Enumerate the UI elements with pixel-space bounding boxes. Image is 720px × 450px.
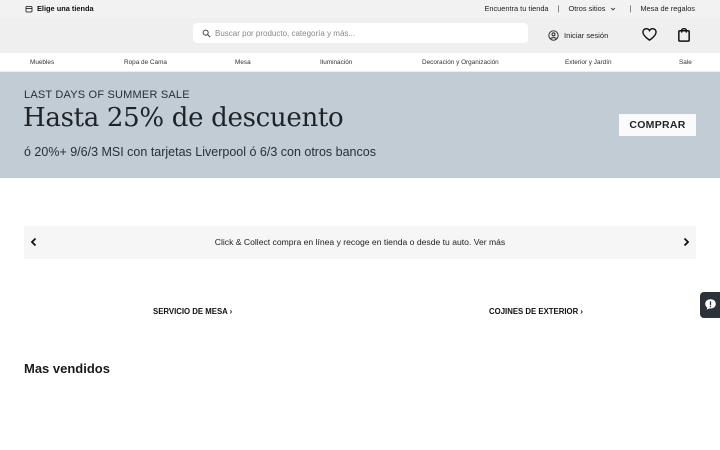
user-circle-icon — [548, 30, 559, 41]
heart-icon[interactable] — [642, 27, 657, 42]
login-button[interactable]: Iniciar sesión — [548, 30, 608, 41]
divider: | — [557, 4, 560, 13]
search-box[interactable] — [193, 23, 528, 43]
shop-now-button[interactable]: COMPRAR — [619, 114, 696, 136]
store-picker[interactable]: Elige una tienda — [25, 4, 94, 13]
store-icon — [25, 5, 33, 12]
nav-item-mesa[interactable]: Mesa — [235, 59, 251, 66]
utility-bar: Elige una tienda Encuentra tu tienda | O… — [0, 0, 720, 18]
chevron-down-icon — [611, 7, 616, 10]
nav-item-decoracion[interactable]: Decoración y Organización — [422, 59, 499, 66]
promo-message[interactable]: Click & Collect compra en línea y recoge… — [24, 237, 696, 247]
tableware-link[interactable]: SERVICIO DE MESA › — [153, 307, 232, 316]
nav-item-muebles[interactable]: Muebles — [30, 59, 54, 66]
login-label: Iniciar sesión — [564, 31, 609, 40]
utility-links: Encuentra tu tienda | Otros sitios | Mes… — [484, 4, 695, 13]
hero-banner[interactable]: LAST DAYS OF SUMMER SALE Hasta 25% de de… — [0, 72, 720, 178]
hero-title: Hasta 25% de descuento — [23, 103, 344, 133]
nav-item-iluminacion[interactable]: Iluminación — [320, 59, 352, 66]
nav-item-sale[interactable]: Sale — [679, 59, 692, 66]
registry-link[interactable]: Mesa de regalos — [640, 4, 695, 13]
best-sellers-title: Mas vendidos — [24, 361, 110, 376]
shopping-bag-icon[interactable] — [677, 27, 691, 42]
divider: | — [629, 4, 632, 13]
category-nav: Muebles Ropa de Cama Mesa Iluminación De… — [0, 53, 720, 72]
hero-kicker: LAST DAYS OF SUMMER SALE — [24, 89, 190, 101]
nav-item-exterior[interactable]: Exterior y Jardín — [565, 59, 612, 66]
main-header: Iniciar sesión — [0, 18, 720, 53]
chevron-right-icon[interactable] — [680, 236, 692, 248]
hero-subtitle: ó 20%+ 9/6/3 MSI con tarjetas Liverpool … — [24, 145, 376, 159]
chat-icon — [705, 299, 716, 310]
store-picker-label: Elige una tienda — [37, 4, 94, 13]
search-input[interactable] — [215, 28, 515, 38]
other-sites-label: Otros sitios — [568, 4, 606, 13]
promo-carousel: Click & Collect compra en línea y recoge… — [24, 226, 696, 259]
nav-item-ropa-de-cama[interactable]: Ropa de Cama — [124, 59, 167, 66]
find-store-link[interactable]: Encuentra tu tienda — [484, 4, 548, 13]
search-icon — [202, 29, 211, 38]
other-sites-dropdown[interactable]: Otros sitios — [568, 4, 616, 13]
outdoor-cushions-link[interactable]: COJINES DE EXTERIOR › — [489, 307, 583, 316]
chat-tab[interactable] — [700, 292, 720, 318]
